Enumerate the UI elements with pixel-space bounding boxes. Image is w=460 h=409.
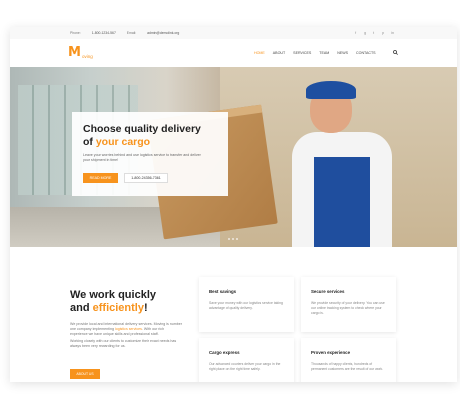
about-paragraph-2: Working closely with our clients to cust… xyxy=(70,339,177,348)
feature-card: Proven experience Thousands of happy cli… xyxy=(301,338,396,382)
about-section: We work quickly and efficiently! We prov… xyxy=(70,289,185,349)
phone-button[interactable]: 1-800-24356-7361 xyxy=(124,173,168,183)
feature-title: Best savings xyxy=(209,289,237,294)
nav-item-contacts[interactable]: CONTACTS xyxy=(356,51,376,55)
about-title-suffix: ! xyxy=(143,301,148,314)
slider-dot[interactable] xyxy=(236,238,238,240)
hero-title-prefix: of xyxy=(83,135,96,148)
google-plus-icon[interactable]: g xyxy=(364,30,368,35)
email-address[interactable]: admin@demolink.org xyxy=(147,31,179,35)
nav-item-team[interactable]: TEAM xyxy=(319,51,329,55)
social-links: f g t p in xyxy=(355,30,395,35)
facebook-icon[interactable]: f xyxy=(355,30,359,35)
hero-slider: Choose quality delivery of your cargo Le… xyxy=(10,67,457,247)
pinterest-icon[interactable]: p xyxy=(382,30,386,35)
read-more-button[interactable]: READ MORE xyxy=(83,173,118,183)
hero-text: Leave your worries behind and use logist… xyxy=(83,153,201,162)
feature-card: Secure services We provide security of y… xyxy=(301,277,396,332)
nav-item-news[interactable]: NEWS xyxy=(337,51,348,55)
hero-title: Choose quality delivery of your cargo xyxy=(83,123,201,148)
phone-label: Phone: xyxy=(70,31,81,35)
email-label: Email: xyxy=(126,31,137,35)
about-paragraph: We provide local and international deliv… xyxy=(70,322,182,337)
logo-mark: M xyxy=(68,45,81,60)
feature-title: Secure services xyxy=(311,289,345,294)
slider-dot[interactable] xyxy=(228,238,230,240)
nav-item-about[interactable]: ABOUT xyxy=(273,51,285,55)
logistics-link[interactable]: logistics services xyxy=(115,327,142,331)
slider-dot[interactable] xyxy=(232,238,234,240)
feature-text: We provide security of your delivery. Yo… xyxy=(311,301,385,315)
hero-caption: Choose quality delivery of your cargo Le… xyxy=(72,112,228,196)
about-title-accent: efficiently xyxy=(92,301,144,314)
twitter-icon[interactable]: t xyxy=(373,30,377,35)
nav-item-home[interactable]: HOME xyxy=(254,51,265,55)
hero-title-accent: your cargo xyxy=(95,135,151,148)
site-header: M oving HOME ABOUT SERVICES TEAM NEWS CO… xyxy=(10,39,457,67)
logo-text: oving xyxy=(81,54,93,59)
phone-number[interactable]: 1-800-1234-567 xyxy=(92,31,116,35)
search-icon[interactable] xyxy=(393,50,398,57)
main-nav: HOME ABOUT SERVICES TEAM NEWS CONTACTS xyxy=(254,51,376,55)
about-title: We work quickly and efficiently! xyxy=(70,289,185,314)
feature-title: Proven experience xyxy=(311,350,351,355)
hero-title-line1: Choose quality delivery xyxy=(83,123,201,135)
delivery-man-image xyxy=(292,77,392,247)
logo[interactable]: M oving xyxy=(68,45,93,60)
about-title-prefix: and xyxy=(70,301,93,314)
feature-text: Thousands of happy clients, hundreds of … xyxy=(311,362,384,371)
nav-item-services[interactable]: SERVICES xyxy=(293,51,311,55)
about-title-line1: We work quickly xyxy=(70,289,156,301)
feature-card: Cargo express Our advanced couriers deli… xyxy=(199,338,294,382)
feature-text: Save your money with our logistics servi… xyxy=(209,301,283,310)
linkedin-icon[interactable]: in xyxy=(391,30,395,35)
contact-info: Phone: 1-800-1234-567 Email: admin@demol… xyxy=(70,31,189,35)
slider-dots xyxy=(228,238,238,240)
feature-card: Best savings Save your money with our lo… xyxy=(199,277,294,332)
website-preview-card: Phone: 1-800-1234-567 Email: admin@demol… xyxy=(10,27,457,382)
feature-title: Cargo express xyxy=(209,350,240,355)
about-us-button[interactable]: ABOUT US xyxy=(70,369,100,379)
feature-text: Our advanced couriers deliver your cargo… xyxy=(209,362,281,371)
